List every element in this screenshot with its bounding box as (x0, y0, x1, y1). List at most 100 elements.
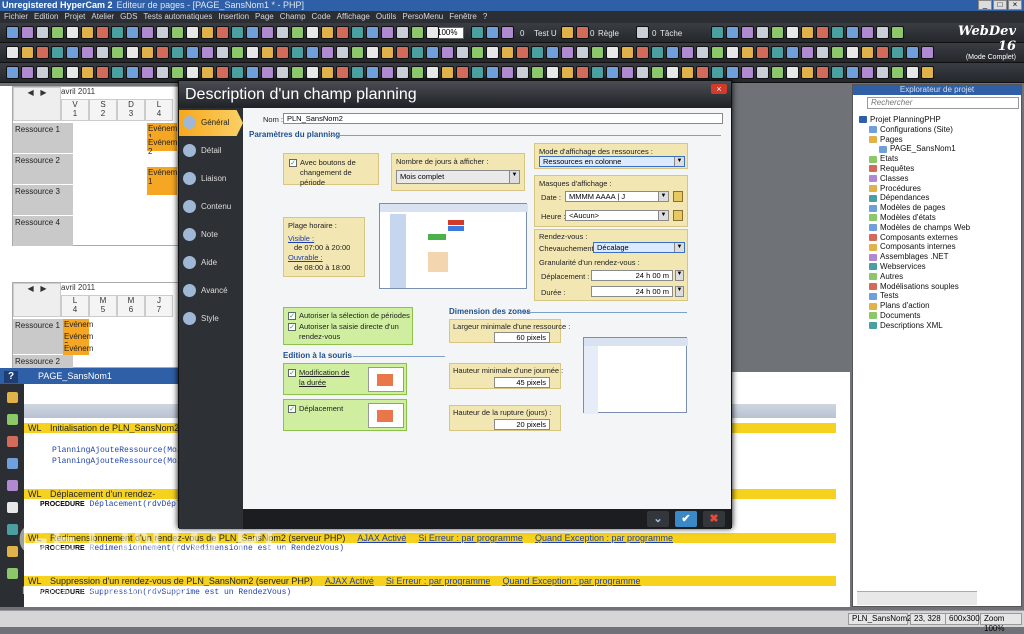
toolbar-icon[interactable] (276, 46, 289, 59)
dialog-close-button[interactable]: × (711, 84, 727, 94)
toolbar-icon[interactable] (741, 26, 754, 39)
toolbar-icon[interactable] (81, 46, 94, 59)
gutter-tool-icon[interactable] (7, 568, 18, 579)
toolbar-icon[interactable] (786, 26, 799, 39)
close-button[interactable]: × (1008, 0, 1022, 10)
toolbar-icon[interactable] (336, 46, 349, 59)
toolbar-icon[interactable] (426, 26, 439, 39)
ok-button[interactable]: ✔ (675, 511, 697, 527)
toolbar-icon[interactable] (861, 26, 874, 39)
minimize-button[interactable]: _ (978, 0, 992, 10)
toolbar-icon[interactable] (201, 26, 214, 39)
toolbar-icon[interactable] (891, 26, 904, 39)
toolbar-icon[interactable] (831, 46, 844, 59)
chevauchement-select[interactable]: Décalage ▼ (593, 242, 685, 253)
toolbar-icon[interactable] (516, 66, 529, 79)
code-line[interactable]: PlanningAjouteRessource(MoiMê (52, 457, 191, 466)
toolbar-icon[interactable] (501, 66, 514, 79)
toolbar-icon[interactable] (411, 46, 424, 59)
explorer-tree-item[interactable]: Documents (869, 311, 920, 320)
toolbar-icon[interactable] (576, 66, 589, 79)
toolbar-icon[interactable] (546, 46, 559, 59)
explorer-tree-item[interactable]: Modèles de champs Web (869, 223, 970, 232)
toolbar-icon[interactable] (876, 66, 889, 79)
toolbar-icon[interactable] (786, 46, 799, 59)
gutter-tool-icon[interactable] (7, 524, 18, 535)
code-section-option-link[interactable]: AJAX Activé (357, 533, 406, 543)
code-tab[interactable]: PAGE_SansNom1 (0, 368, 180, 384)
visible-label[interactable]: Visible : (288, 234, 314, 243)
toolbar-icon[interactable] (906, 66, 919, 79)
toolbar-icon[interactable] (771, 26, 784, 39)
dialog-tab-1[interactable]: Détail (179, 138, 243, 164)
toolbar-icon[interactable] (726, 26, 739, 39)
toolbar-icon[interactable] (756, 26, 769, 39)
toolbar-icon[interactable] (621, 66, 634, 79)
toolbar-icon[interactable] (51, 66, 64, 79)
toolbar-icon[interactable] (261, 26, 274, 39)
toolbar-icon[interactable] (561, 26, 574, 39)
toolbar-icon[interactable] (111, 46, 124, 59)
toolbar-icon[interactable] (741, 66, 754, 79)
toolbar-icon[interactable] (6, 66, 19, 79)
toolbar-icon[interactable] (351, 26, 364, 39)
toolbar-icon[interactable] (156, 66, 169, 79)
tache-label[interactable]: Tâche (660, 29, 682, 38)
toolbar-icon[interactable] (771, 46, 784, 59)
toolbar-icon[interactable] (831, 66, 844, 79)
toolbar-icon[interactable] (846, 26, 859, 39)
toolbar-icon[interactable] (216, 66, 229, 79)
toolbar-icon[interactable] (666, 66, 679, 79)
menu-item[interactable]: Tests automatiques (143, 12, 212, 21)
toolbar-icon[interactable] (21, 66, 34, 79)
toolbar-icon[interactable] (216, 26, 229, 39)
saisie-checkbox[interactable]: ✓ (288, 323, 296, 331)
toolbar-icon[interactable] (126, 46, 139, 59)
toolbar-icon[interactable] (726, 66, 739, 79)
menu-item[interactable]: Affichage (337, 12, 370, 21)
toolbar-icon[interactable] (366, 26, 379, 39)
explorer-tree-item[interactable]: Modèles d'états (869, 213, 936, 222)
hauteur-input[interactable]: 45 pixels (494, 377, 550, 388)
toolbar-icon[interactable] (246, 46, 259, 59)
explorer-tree-item[interactable]: Procédures (869, 184, 921, 193)
toolbar-icon[interactable] (6, 46, 19, 59)
toolbar-icon[interactable] (186, 26, 199, 39)
toolbar-icon[interactable] (51, 46, 64, 59)
toolbar-icon[interactable] (561, 66, 574, 79)
menu-item[interactable]: Code (312, 12, 331, 21)
toolbar-icon[interactable] (636, 46, 649, 59)
dropdown-button[interactable]: ⌄ (647, 511, 669, 527)
gutter-tool-icon[interactable] (7, 392, 18, 403)
toolbar-icon[interactable] (756, 46, 769, 59)
toolbar-icon[interactable] (36, 26, 49, 39)
toolbar-icon[interactable] (171, 66, 184, 79)
code-section-option-link[interactable]: Si Erreur : par programme (418, 533, 523, 543)
toolbar-icon[interactable] (126, 26, 139, 39)
toolbar-icon[interactable] (831, 26, 844, 39)
toolbar-icon[interactable] (786, 66, 799, 79)
toolbar-icon[interactable] (156, 26, 169, 39)
toolbar-icon[interactable] (711, 26, 724, 39)
toolbar-icon[interactable] (681, 46, 694, 59)
toolbar-icon[interactable] (681, 66, 694, 79)
gutter-tool-icon[interactable] (7, 502, 18, 513)
toolbar-icon[interactable] (216, 46, 229, 59)
explorer-tree-item[interactable]: Composants internes (869, 242, 956, 251)
toolbar-icon[interactable] (336, 66, 349, 79)
dialog-tab-6[interactable]: Avancé (179, 278, 243, 304)
nb-jours-select[interactable]: Mois complet ▼ (396, 170, 520, 184)
toolbar-icon[interactable] (876, 26, 889, 39)
help-icon[interactable]: ? (4, 371, 18, 383)
toolbar-icon[interactable] (456, 66, 469, 79)
toolbar-icon[interactable] (441, 46, 454, 59)
toolbar-icon[interactable] (246, 66, 259, 79)
prev-nav[interactable]: ◀ ▶ (13, 87, 61, 121)
explorer-tree-item[interactable]: Descriptions XML (869, 321, 943, 330)
toolbar-icon[interactable] (36, 66, 49, 79)
modif-duree-checkbox[interactable]: ✓ (288, 369, 296, 377)
toolbar-icon[interactable] (456, 46, 469, 59)
toolbar-icon[interactable] (801, 26, 814, 39)
deplacement-gran-input[interactable]: 24 h 00 m (591, 270, 673, 281)
toolbar-icon[interactable] (891, 66, 904, 79)
